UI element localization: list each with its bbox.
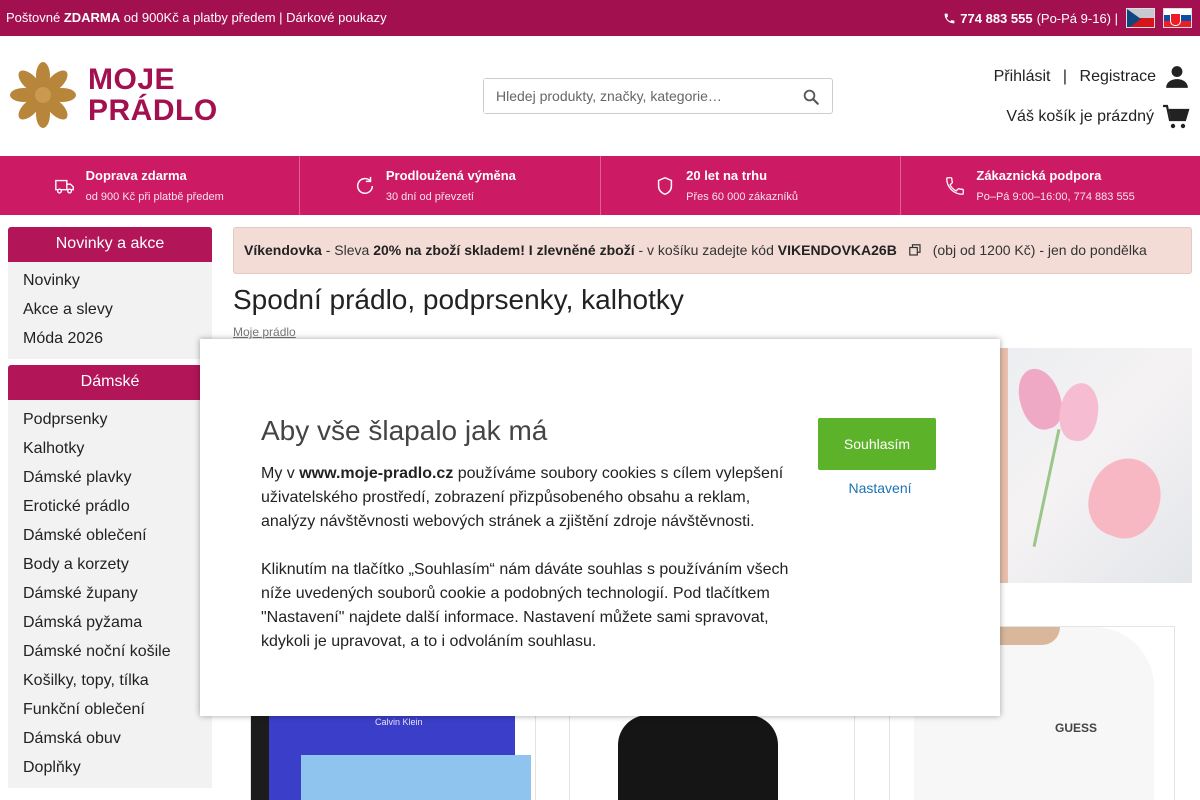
benefit-shipping: Doprava zdarma od 900 Kč při platbě přede… (0, 156, 301, 215)
sidebar-item[interactable]: Podprsenky (8, 405, 212, 434)
office-hours: (Po-Pá 9-16) | (1036, 10, 1118, 26)
shipping-suffix[interactable]: od 900Kč a platby předem | Dárkové pouka… (120, 10, 387, 25)
promo-banner: Víkendovka - Sleva 20% na zboží skladem!… (233, 227, 1192, 274)
benefit-sub: Po–Pá 9:00–16:00, 774 883 555 (976, 191, 1135, 203)
sidebar-item[interactable]: Dámská pyžama (8, 608, 212, 637)
flower-logo-icon (10, 62, 76, 128)
promo-text: - Sleva (321, 242, 374, 258)
shield-icon (657, 176, 673, 195)
benefit-sub: Přes 60 000 zákazníků (686, 191, 799, 203)
product-image (618, 715, 778, 800)
sidebar-item[interactable]: Akce a slevy (8, 295, 212, 324)
sidebar-item[interactable]: Košilky, topy, tílka (8, 666, 212, 695)
sidebar-item[interactable]: Dámské plavky (8, 463, 212, 492)
cz-flag-icon[interactable] (1126, 8, 1155, 28)
truck-icon (54, 179, 74, 194)
sidebar-item[interactable]: Dámská obuv (8, 724, 212, 753)
cookie-title: Aby vše šlapalo jak má (261, 415, 548, 446)
product-brand: GUESS (1055, 721, 1098, 735)
top-bar: Poštovné ZDARMA od 900Kč a platby předem… (0, 0, 1200, 36)
benefit-sub: 30 dní od převzetí (385, 191, 474, 203)
sidebar-heading-news[interactable]: Novinky a akce (8, 227, 212, 262)
site-name: www.moje-pradlo.cz (299, 465, 454, 482)
category-sidebar: Novinky a akce Novinky Akce a slevy Móda… (8, 227, 212, 800)
register-link[interactable]: Registrace (1080, 68, 1156, 86)
benefit-title: Zákaznická podpora (976, 168, 1102, 183)
promo-text: - v košíku zadejte kód (634, 242, 778, 258)
promo-name: Víkendovka (244, 242, 322, 258)
sidebar-item[interactable]: Body a korzety (8, 550, 212, 579)
cart-label[interactable]: Váš košík je prázdný (1006, 108, 1154, 126)
contact-info: 774 883 555 (Po-Pá 9-16) | (943, 8, 1192, 28)
header: MOJE PRÁDLO Přihlásit | Registrace Váš k… (0, 36, 1200, 156)
breadcrumb[interactable]: Moje prádlo (233, 325, 296, 339)
page-title: Spodní prádlo, podprsenky, kalhotky (233, 284, 684, 315)
sidebar-item[interactable]: Funkční oblečení (8, 695, 212, 724)
product-brand: Calvin Klein (375, 717, 423, 727)
sidebar-item[interactable]: Móda 2026 (8, 324, 212, 353)
copy-icon[interactable] (908, 244, 921, 256)
promo-text: (obj od 1200 Kč) - jen do pondělka (932, 242, 1147, 258)
sidebar-list-news: Novinky Akce a slevy Móda 2026 (8, 262, 212, 359)
sidebar-item[interactable]: Dámské župany (8, 579, 212, 608)
cookie-paragraph: My v www.moje-pradlo.cz používáme soubor… (261, 462, 801, 534)
cookie-paragraph: Kliknutím na tlačítko „Souhlasím“ nám dá… (261, 561, 789, 650)
sk-flag-icon[interactable] (1163, 8, 1192, 28)
agree-button[interactable]: Souhlasím (818, 418, 936, 470)
product-image (301, 755, 531, 800)
logo[interactable]: MOJE PRÁDLO (8, 60, 218, 130)
shipping-info: Poštovné ZDARMA od 900Kč a platby předem… (6, 10, 387, 25)
benefits-bar: Doprava zdarma od 900 Kč při platbě přede… (0, 156, 1200, 215)
sidebar-item[interactable]: Kalhotky (8, 434, 212, 463)
sidebar-item[interactable]: Novinky (8, 266, 212, 295)
sidebar-heading-women[interactable]: Dámské (8, 365, 212, 400)
sidebar-list-women: Podprsenky Kalhotky Dámské plavky Erotic… (8, 400, 212, 788)
benefit-support: Zákaznická podpora Po–Pá 9:00–16:00, 774 … (901, 156, 1200, 215)
logo-line1: MOJE (88, 63, 176, 96)
sidebar-item[interactable]: Doplňky (8, 753, 212, 782)
sidebar-item[interactable]: Erotické prádlo (8, 492, 212, 521)
refresh-icon (356, 176, 373, 194)
benefit-sub: od 900 Kč při platbě předem (85, 191, 224, 203)
benefit-title: Prodloužená výměna (385, 168, 516, 183)
search-input[interactable] (484, 79, 784, 113)
benefit-title: 20 let na trhu (686, 168, 768, 183)
cookie-text: My v www.moje-pradlo.cz používáme soubor… (261, 462, 801, 654)
sidebar-item[interactable]: Dámské noční košile (8, 637, 212, 666)
logo-line2: PRÁDLO (88, 94, 218, 127)
cookie-text-a: My v (261, 465, 300, 482)
phone-number[interactable]: 774 883 555 (960, 11, 1032, 26)
logo-text: MOJE PRÁDLO (88, 64, 218, 126)
cart[interactable]: Váš košík je prázdný (1006, 104, 1190, 130)
promo-code[interactable]: VIKENDOVKA26B (778, 242, 897, 258)
shipping-prefix: Poštovné (6, 10, 64, 25)
benefit-title: Doprava zdarma (85, 168, 187, 183)
cookie-consent-modal: Aby vše šlapalo jak má My v www.moje-pra… (200, 339, 1000, 716)
phone-icon (946, 176, 965, 195)
benefit-years: 20 let na trhu Přes 60 000 zákazníků (601, 156, 901, 215)
product-image (251, 715, 269, 800)
user-icon[interactable] (1164, 64, 1190, 90)
search-box (483, 78, 833, 114)
separator: | (1058, 68, 1072, 85)
promo-bold: 20% na zboží skladem! I zlevněné zboží (373, 242, 635, 258)
account-links: Přihlásit | Registrace (994, 64, 1190, 90)
cart-icon[interactable] (1162, 104, 1190, 130)
settings-link[interactable]: Nastavení (818, 480, 942, 496)
phone-icon (944, 13, 955, 23)
sidebar-item[interactable]: Dámské oblečení (8, 521, 212, 550)
shipping-bold: ZDARMA (63, 10, 121, 25)
search-icon[interactable] (802, 88, 820, 106)
login-link[interactable]: Přihlásit (994, 68, 1051, 86)
benefit-exchange: Prodloužená výměna 30 dní od převzetí (300, 156, 601, 215)
